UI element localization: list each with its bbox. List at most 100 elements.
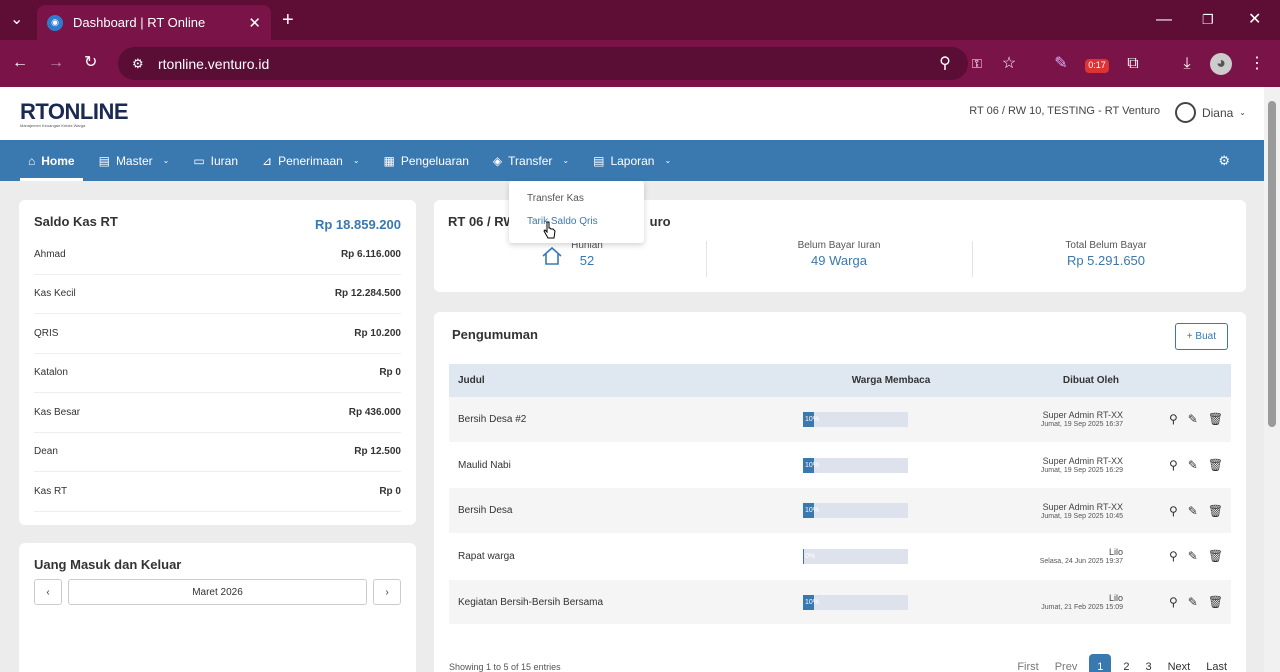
saldo-kas-card: Saldo Kas RT Rp 18.859.200 Ahmad Rp 6.116… (19, 200, 416, 525)
page-3[interactable]: 3 (1141, 658, 1155, 672)
home-icon (542, 246, 562, 265)
extensions-icon[interactable]: ⧉ (1122, 53, 1144, 75)
site-info-icon[interactable]: ⚙ (132, 56, 144, 72)
edit-icon[interactable]: ✎ (1188, 549, 1198, 563)
page-last[interactable]: Last (1202, 658, 1231, 672)
settings-gear-icon[interactable]: ⚙ (1218, 153, 1230, 169)
chevron-down-icon: ⌄ (162, 156, 170, 165)
page-scrollbar[interactable] (1264, 87, 1280, 672)
pengumuman-card: Pengumuman + Buat Judul Warga Membaca Di… (434, 312, 1246, 672)
app-logo[interactable]: RTONLINE Manajemen Keuangan Kelola Warga (20, 99, 129, 128)
pin-icon[interactable]: ⚲ (1169, 412, 1178, 426)
page-2[interactable]: 2 (1119, 658, 1133, 672)
pin-icon[interactable]: ⚲ (1169, 549, 1178, 563)
zoom-icon[interactable]: ⚲ (934, 53, 956, 75)
user-avatar-icon (1174, 102, 1196, 123)
row-actions: ⚲ ✎ 🗑 (1169, 595, 1223, 609)
app-header: RTONLINE Manajemen Keuangan Kelola Warga… (0, 87, 1264, 140)
read-progress: 10% (803, 503, 933, 519)
saldo-amount: Rp 436.000 (348, 406, 401, 418)
page-first[interactable]: First (1013, 658, 1042, 672)
next-month-button[interactable]: › (373, 579, 401, 605)
download-icon[interactable]: ⤓ (1176, 53, 1198, 75)
row-actions: ⚲ ✎ 🗑 (1169, 412, 1223, 426)
table-row: Bersih Desa #2 10% Super Admin RT-XX Jumat,… (449, 397, 1231, 443)
trash-icon[interactable]: 🗑 (1208, 595, 1223, 609)
saldo-list: Ahmad Rp 6.116.000 Kas Kecil Rp 12.284.500… (34, 235, 401, 512)
menu-tarik-saldo-qris[interactable]: Tarik Saldo Qris (509, 210, 644, 233)
author-date: Selasa, 24 Jun 2025 19:37 (1039, 558, 1123, 566)
nav-laporan[interactable]: ▤ Laporan ⌄ (585, 140, 679, 181)
edit-icon[interactable]: ✎ (1188, 458, 1198, 472)
progress-bar: 0% (803, 548, 908, 564)
month-navigator: ‹ Maret 2026 › (34, 579, 401, 605)
nav-pengeluaran[interactable]: ▦ Pengeluaran (376, 140, 477, 181)
back-icon[interactable]: ← (12, 53, 28, 73)
chevron-down-icon: ⌄ (352, 156, 360, 165)
saldo-row: Kas Kecil Rp 12.284.500 (34, 275, 401, 314)
saldo-name: Katalon (34, 367, 68, 379)
pagination: Showing 1 to 5 of 15 entries First Prev … (449, 654, 1231, 672)
trash-icon[interactable]: 🗑 (1208, 412, 1223, 426)
total-belum-label: Total Belum Bayar (1065, 240, 1147, 251)
pin-icon[interactable]: ⚲ (1169, 504, 1178, 518)
bookmark-star-icon[interactable]: ☆ (998, 53, 1020, 75)
progress-bar: 10% (803, 503, 908, 519)
close-window-icon[interactable]: ✕ (1248, 10, 1261, 30)
saldo-name: QRIS (34, 327, 59, 339)
address-bar[interactable]: ⚙ rtonline.venturo.id (118, 47, 968, 80)
nav-penerimaan[interactable]: ⊿ Penerimaan ⌄ (254, 140, 367, 181)
page-1[interactable]: 1 (1089, 654, 1112, 672)
browser-tab[interactable]: ◉ Dashboard | RT Online ✕ (37, 5, 271, 40)
create-announcement-button[interactable]: + Buat (1174, 323, 1228, 350)
prev-month-button[interactable]: ‹ (34, 579, 62, 605)
trash-icon[interactable]: 🗑 (1208, 458, 1223, 472)
timer-badge[interactable]: 0:17 (1085, 59, 1109, 73)
pin-icon[interactable]: ⚲ (1169, 458, 1178, 472)
row-actions: ⚲ ✎ 🗑 (1169, 504, 1223, 518)
close-tab-icon[interactable]: ✕ (248, 14, 261, 32)
pin-icon[interactable]: ⚲ (1169, 595, 1178, 609)
app-viewport: RTONLINE Manajemen Keuangan Kelola Warga… (0, 87, 1264, 672)
progress-label: 10% (805, 598, 820, 606)
trash-icon[interactable]: 🗑 (1208, 549, 1223, 563)
minimize-icon[interactable]: — (1156, 10, 1172, 30)
pen-extension-icon[interactable]: ✎ (1050, 53, 1072, 75)
browser-toolbar: ← → ↻ ⚙ rtonline.venturo.id ⚲ ⚿ ☆ ✎ 0:17… (0, 40, 1280, 87)
user-menu[interactable]: Diana ⌄ (1174, 102, 1246, 123)
nav-label: Laporan (610, 153, 655, 168)
browser-menu-icon[interactable]: ⋮ (1246, 53, 1268, 75)
nav-master[interactable]: ▤ Master ⌄ (91, 140, 178, 181)
reload-icon[interactable]: ↻ (84, 53, 97, 73)
new-tab-icon[interactable]: + (282, 10, 294, 30)
nav-home[interactable]: ⌂ Home (20, 140, 83, 181)
saldo-total: Rp 18.859.200 (314, 217, 401, 232)
row-judul: Rapat warga (458, 550, 515, 562)
home-icon: ⌂ (28, 153, 36, 168)
nav-transfer[interactable]: ◈ Transfer ⌄ (485, 140, 577, 181)
receipt-icon: ▦ (383, 153, 395, 168)
total-belum-stat: Total Belum Bayar Rp 5.291.650 (1031, 240, 1181, 268)
row-judul: Bersih Desa (458, 505, 513, 517)
page-next[interactable]: Next (1164, 658, 1195, 672)
restore-icon[interactable]: ❐ (1202, 10, 1214, 30)
row-author: Super Admin RT-XX Jumat, 19 Sep 2025 16:2… (933, 456, 1123, 474)
row-actions: ⚲ ✎ 🗑 (1169, 458, 1223, 472)
tab-search-icon[interactable]: ⌄ (10, 10, 23, 30)
profile-avatar[interactable]: ◕ (1210, 53, 1232, 75)
scrollbar-thumb[interactable] (1268, 101, 1276, 427)
edit-icon[interactable]: ✎ (1188, 412, 1198, 426)
trash-icon[interactable]: 🗑 (1208, 504, 1223, 518)
edit-icon[interactable]: ✎ (1188, 504, 1198, 518)
forward-icon[interactable]: → (48, 53, 64, 73)
key-icon[interactable]: ⚿ (966, 53, 988, 75)
edit-icon[interactable]: ✎ (1188, 595, 1198, 609)
month-label[interactable]: Maret 2026 (68, 579, 367, 605)
menu-transfer-kas[interactable]: Transfer Kas (509, 187, 644, 210)
row-author: Lilo Selasa, 24 Jun 2025 19:37 (933, 547, 1123, 565)
nav-iuran[interactable]: ▭ Iuran (185, 140, 246, 181)
row-author: Super Admin RT-XX Jumat, 19 Sep 2025 10:4… (933, 502, 1123, 520)
hunian-value: 52 (579, 253, 595, 268)
page-prev[interactable]: Prev (1051, 658, 1082, 672)
uang-title: Uang Masuk dan Keluar (34, 557, 182, 572)
